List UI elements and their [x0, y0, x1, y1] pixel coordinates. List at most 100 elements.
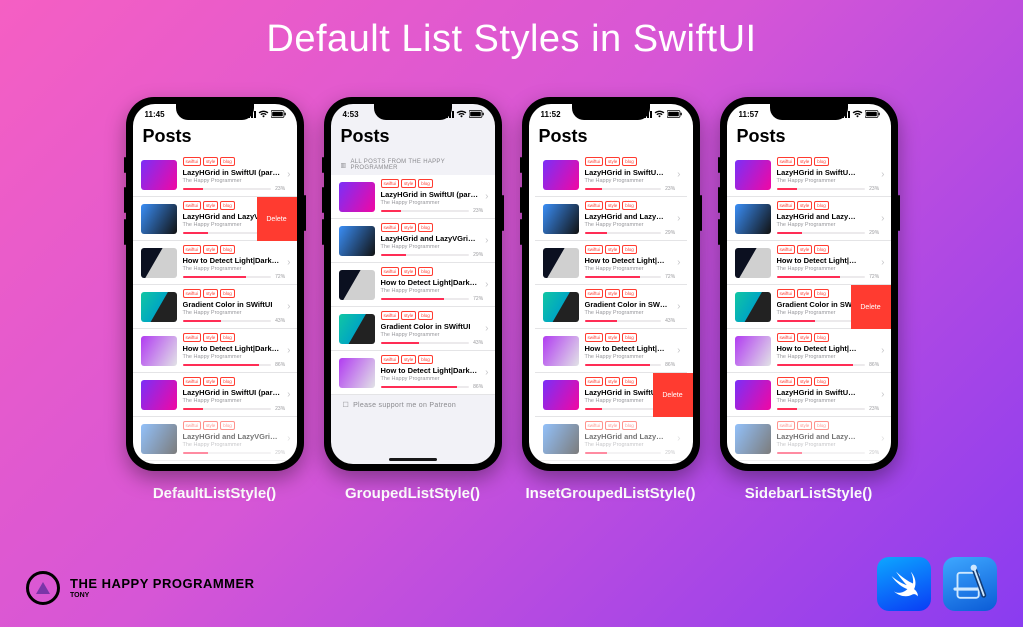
- tag-badge: style: [605, 377, 620, 386]
- list-row-wrap: swiftuistyleblog LazyHGrid in SwiftU… Th…: [529, 373, 693, 417]
- tag-badge: swiftui: [777, 289, 796, 298]
- list-item[interactable]: swiftuistyleblog Gradient Color in SWift…: [133, 285, 297, 329]
- chevron-right-icon: ›: [677, 301, 680, 312]
- post-title: Gradient Color in SWiftUI: [381, 322, 484, 331]
- tag-badge: style: [797, 377, 812, 386]
- tag-badge: swiftui: [183, 157, 202, 166]
- list[interactable]: swiftuistyleblog LazyHGrid in SwiftU… Th…: [529, 153, 693, 461]
- list-row-wrap: swiftuistyleblog Gradient Color in SWift…: [133, 285, 297, 329]
- tag-badge: swiftui: [381, 223, 400, 232]
- post-author: The Happy Programmer: [585, 178, 676, 184]
- list-item[interactable]: swiftuistyleblog How to Detect Light|… T…: [535, 241, 687, 285]
- post-thumbnail: [735, 160, 771, 190]
- post-title: LazyHGrid and Lazy…: [777, 212, 880, 221]
- post-thumbnail: [543, 380, 579, 410]
- brand-logo-icon: [26, 571, 60, 605]
- tag-badge: swiftui: [585, 157, 604, 166]
- tag-badge: swiftui: [183, 245, 202, 254]
- progress-percent: 72%: [275, 274, 285, 280]
- tag-badge: swiftui: [183, 201, 202, 210]
- list-row-wrap: swiftuistyleblog LazyHGrid and LazyVGri……: [133, 197, 297, 241]
- list-item[interactable]: swiftuistyleblog LazyHGrid and Lazy… The…: [535, 197, 687, 241]
- list-item[interactable]: swiftuistyleblog LazyHGrid and Lazy… The…: [727, 197, 891, 241]
- list-row-wrap: swiftuistyleblog LazyHGrid in SwiftUI (p…: [133, 153, 297, 197]
- list-item[interactable]: swiftuistyleblog Gradient Color in SWift…: [331, 307, 495, 351]
- list-row-wrap: swiftuistyleblog LazyHGrid in SwiftU… Th…: [727, 153, 891, 197]
- chevron-right-icon: ›: [881, 345, 884, 356]
- list-row-wrap: swiftuistyleblog LazyHGrid and Lazy… The…: [727, 197, 891, 241]
- tag-badge: swiftui: [585, 245, 604, 254]
- chevron-right-icon: ›: [485, 323, 488, 334]
- progress-bar: [381, 342, 470, 344]
- list-item[interactable]: swiftuistyleblog How to Detect Light|Dar…: [133, 329, 297, 373]
- list[interactable]: swiftuistyleblog LazyHGrid in SwiftUI (p…: [133, 153, 297, 461]
- post-thumbnail: [543, 292, 579, 322]
- tag-badge: blog: [814, 377, 829, 386]
- list-item[interactable]: swiftuistyleblog LazyHGrid and Lazy… The…: [535, 417, 687, 461]
- progress-bar: [381, 254, 470, 256]
- post-thumbnail: [543, 424, 579, 454]
- list-item[interactable]: swiftuistyleblog LazyHGrid in SwiftU… Th…: [727, 373, 891, 417]
- list-item[interactable]: swiftuistyleblog LazyHGrid in SwiftU… Th…: [535, 153, 687, 197]
- list-item[interactable]: swiftuistyleblog How to Detect Light|… T…: [727, 329, 891, 373]
- list-item[interactable]: swiftuistyleblog LazyHGrid in SwiftUI (p…: [331, 175, 495, 219]
- progress-bar: [183, 320, 272, 322]
- tag-badge: blog: [418, 267, 433, 276]
- folder-icon: ▥: [341, 162, 347, 169]
- list-item[interactable]: swiftuistyleblog Gradient Color in SW… T…: [535, 285, 687, 329]
- list[interactable]: ▥ ALL POSTS FROM THE HAPPY PROGRAMMER sw…: [331, 153, 495, 415]
- post-author: The Happy Programmer: [381, 244, 484, 250]
- post-thumbnail: [735, 380, 771, 410]
- phone-screen: 11:57 Posts swiftuistyleblog LazyHGrid i…: [727, 104, 891, 464]
- progress-percent: 43%: [665, 318, 675, 324]
- phone-label: InsetGroupedListStyle(): [525, 485, 695, 502]
- list-item[interactable]: swiftuistyleblog How to Detect Light|… T…: [535, 329, 687, 373]
- list-item[interactable]: swiftuistyleblog LazyHGrid and LazyVGri……: [133, 417, 297, 461]
- delete-button[interactable]: Delete: [257, 197, 297, 241]
- list-row-wrap: swiftuistyleblog How to Detect Light|Dar…: [331, 263, 495, 307]
- list-row-wrap: swiftuistyleblog LazyHGrid and LazyVGri……: [331, 219, 495, 263]
- progress-bar: [585, 232, 662, 234]
- list-item[interactable]: swiftuistyleblog LazyHGrid in SwiftUI (p…: [133, 153, 297, 197]
- progress-percent: 23%: [473, 208, 483, 214]
- list-item[interactable]: swiftuistyleblog LazyHGrid and LazyVGri……: [331, 219, 495, 263]
- tag-badge: style: [605, 289, 620, 298]
- list-item[interactable]: swiftuistyleblog LazyHGrid in SwiftU… Th…: [727, 153, 891, 197]
- battery-icon: [469, 110, 485, 118]
- list-item[interactable]: swiftuistyleblog How to Detect Light|Dar…: [331, 263, 495, 307]
- phone-frame: 11:52 Posts swiftuistyleblog LazyHGrid i…: [522, 97, 700, 471]
- post-title: LazyHGrid in SwiftU…: [777, 388, 880, 397]
- post-author: The Happy Programmer: [585, 222, 676, 228]
- chevron-right-icon: ›: [677, 433, 680, 444]
- progress-percent: 86%: [473, 384, 483, 390]
- list-item[interactable]: swiftuistyleblog How to Detect Light|… T…: [727, 241, 891, 285]
- list-item[interactable]: swiftuistyleblog LazyHGrid in SwiftUI (p…: [133, 373, 297, 417]
- tag-badge: style: [203, 289, 218, 298]
- list-row-wrap: swiftuistyleblog LazyHGrid and Lazy… The…: [529, 417, 693, 461]
- list[interactable]: swiftuistyleblog LazyHGrid in SwiftU… Th…: [727, 153, 891, 461]
- list-item[interactable]: swiftuistyleblog How to Detect Light|Dar…: [331, 351, 495, 395]
- delete-button[interactable]: Delete: [653, 373, 693, 417]
- tag-badge: style: [203, 377, 218, 386]
- list-item[interactable]: swiftuistyleblog How to Detect Light|Dar…: [133, 241, 297, 285]
- xcode-icon: [943, 557, 997, 611]
- post-title: LazyHGrid in SwiftUI (par…: [183, 388, 286, 397]
- tag-badge: style: [203, 157, 218, 166]
- tag-badge: style: [605, 201, 620, 210]
- progress-bar: [585, 408, 662, 410]
- tag-badge: blog: [418, 223, 433, 232]
- post-author: The Happy Programmer: [183, 398, 286, 404]
- post-thumbnail: [543, 204, 579, 234]
- progress-percent: 29%: [869, 230, 879, 236]
- progress-bar: [585, 320, 662, 322]
- progress-percent: 86%: [275, 362, 285, 368]
- progress-bar: [183, 276, 272, 278]
- tag-badge: swiftui: [585, 289, 604, 298]
- progress-bar: [585, 452, 662, 454]
- delete-button[interactable]: Delete: [851, 285, 891, 329]
- post-author: The Happy Programmer: [381, 332, 484, 338]
- tag-badge: swiftui: [183, 421, 202, 430]
- list-item[interactable]: swiftuistyleblog LazyHGrid and Lazy… The…: [727, 417, 891, 461]
- progress-percent: 23%: [869, 406, 879, 412]
- progress-percent: 29%: [473, 252, 483, 258]
